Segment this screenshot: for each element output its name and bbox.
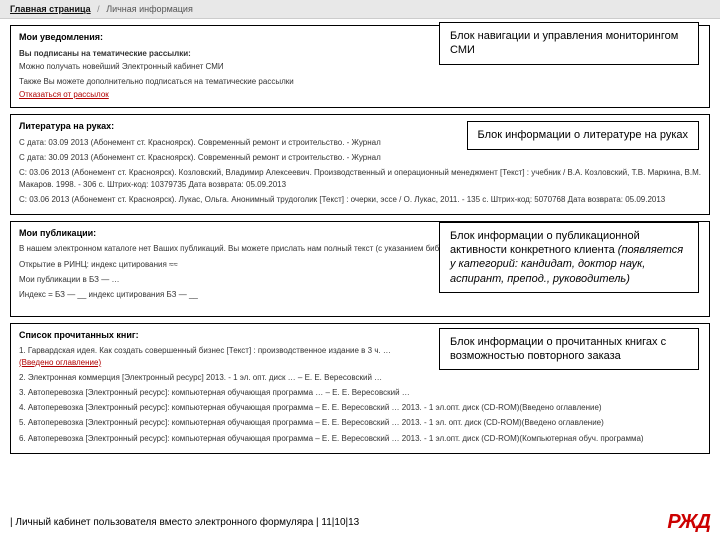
read-entry: 2. Электронная коммерция [Электронный ре…	[19, 372, 701, 383]
read-toc-link[interactable]: (Введено оглавление)	[19, 358, 101, 367]
unsubscribe-link[interactable]: Отказаться от рассылок	[19, 90, 109, 99]
read-entry: 4. Автоперевозка [Электронный ресурс]: к…	[19, 402, 701, 413]
footer-text: | Личный кабинет пользователя вместо эле…	[10, 517, 359, 528]
logo-rzd: РЖД	[667, 511, 710, 534]
read-entry: 5. Автоперевозка [Электронный ресурс]: к…	[19, 417, 701, 428]
breadcrumb: Главная страница / Личная информация	[0, 0, 720, 19]
label-read: Блок информации о прочитанных книгах с в…	[439, 328, 699, 371]
footer: | Личный кабинет пользователя вместо эле…	[10, 511, 710, 534]
breadcrumb-home[interactable]: Главная страница	[10, 4, 91, 14]
label-lit: Блок информации о литературе на руках	[467, 121, 699, 149]
lit-entry: С: 03.06 2013 (Абонемент ст. Красноярск)…	[19, 167, 701, 189]
breadcrumb-current: Личная информация	[106, 4, 193, 14]
panel-read-books: Список прочитанных книг: 1. Гарвардская …	[10, 323, 710, 454]
lit-entry: С дата: 30.09 2013 (Абонемент ст. Красно…	[19, 152, 701, 163]
notif-line3: Также Вы можете дополнительно подписатьс…	[19, 76, 701, 87]
label-nav: Блок навигации и управления мониторингом…	[439, 22, 699, 65]
lit-entry: С: 03.06 2013 (Абонемент ст. Красноярск)…	[19, 194, 701, 205]
panel-publications: Мои публикации: В нашем электронном ката…	[10, 221, 710, 317]
breadcrumb-sep: /	[97, 4, 100, 14]
panel-literature: Литература на руках: С дата: 03.09 2013 …	[10, 114, 710, 215]
label-pub: Блок информации о публикационной активно…	[439, 222, 699, 293]
panel-notifications: Мои уведомления: Вы подписаны на тематич…	[10, 25, 710, 108]
read-entry: 6. Автоперевозка [Электронный ресурс]: к…	[19, 433, 701, 444]
read-entry: 3. Автоперевозка [Электронный ресурс]: к…	[19, 387, 701, 398]
